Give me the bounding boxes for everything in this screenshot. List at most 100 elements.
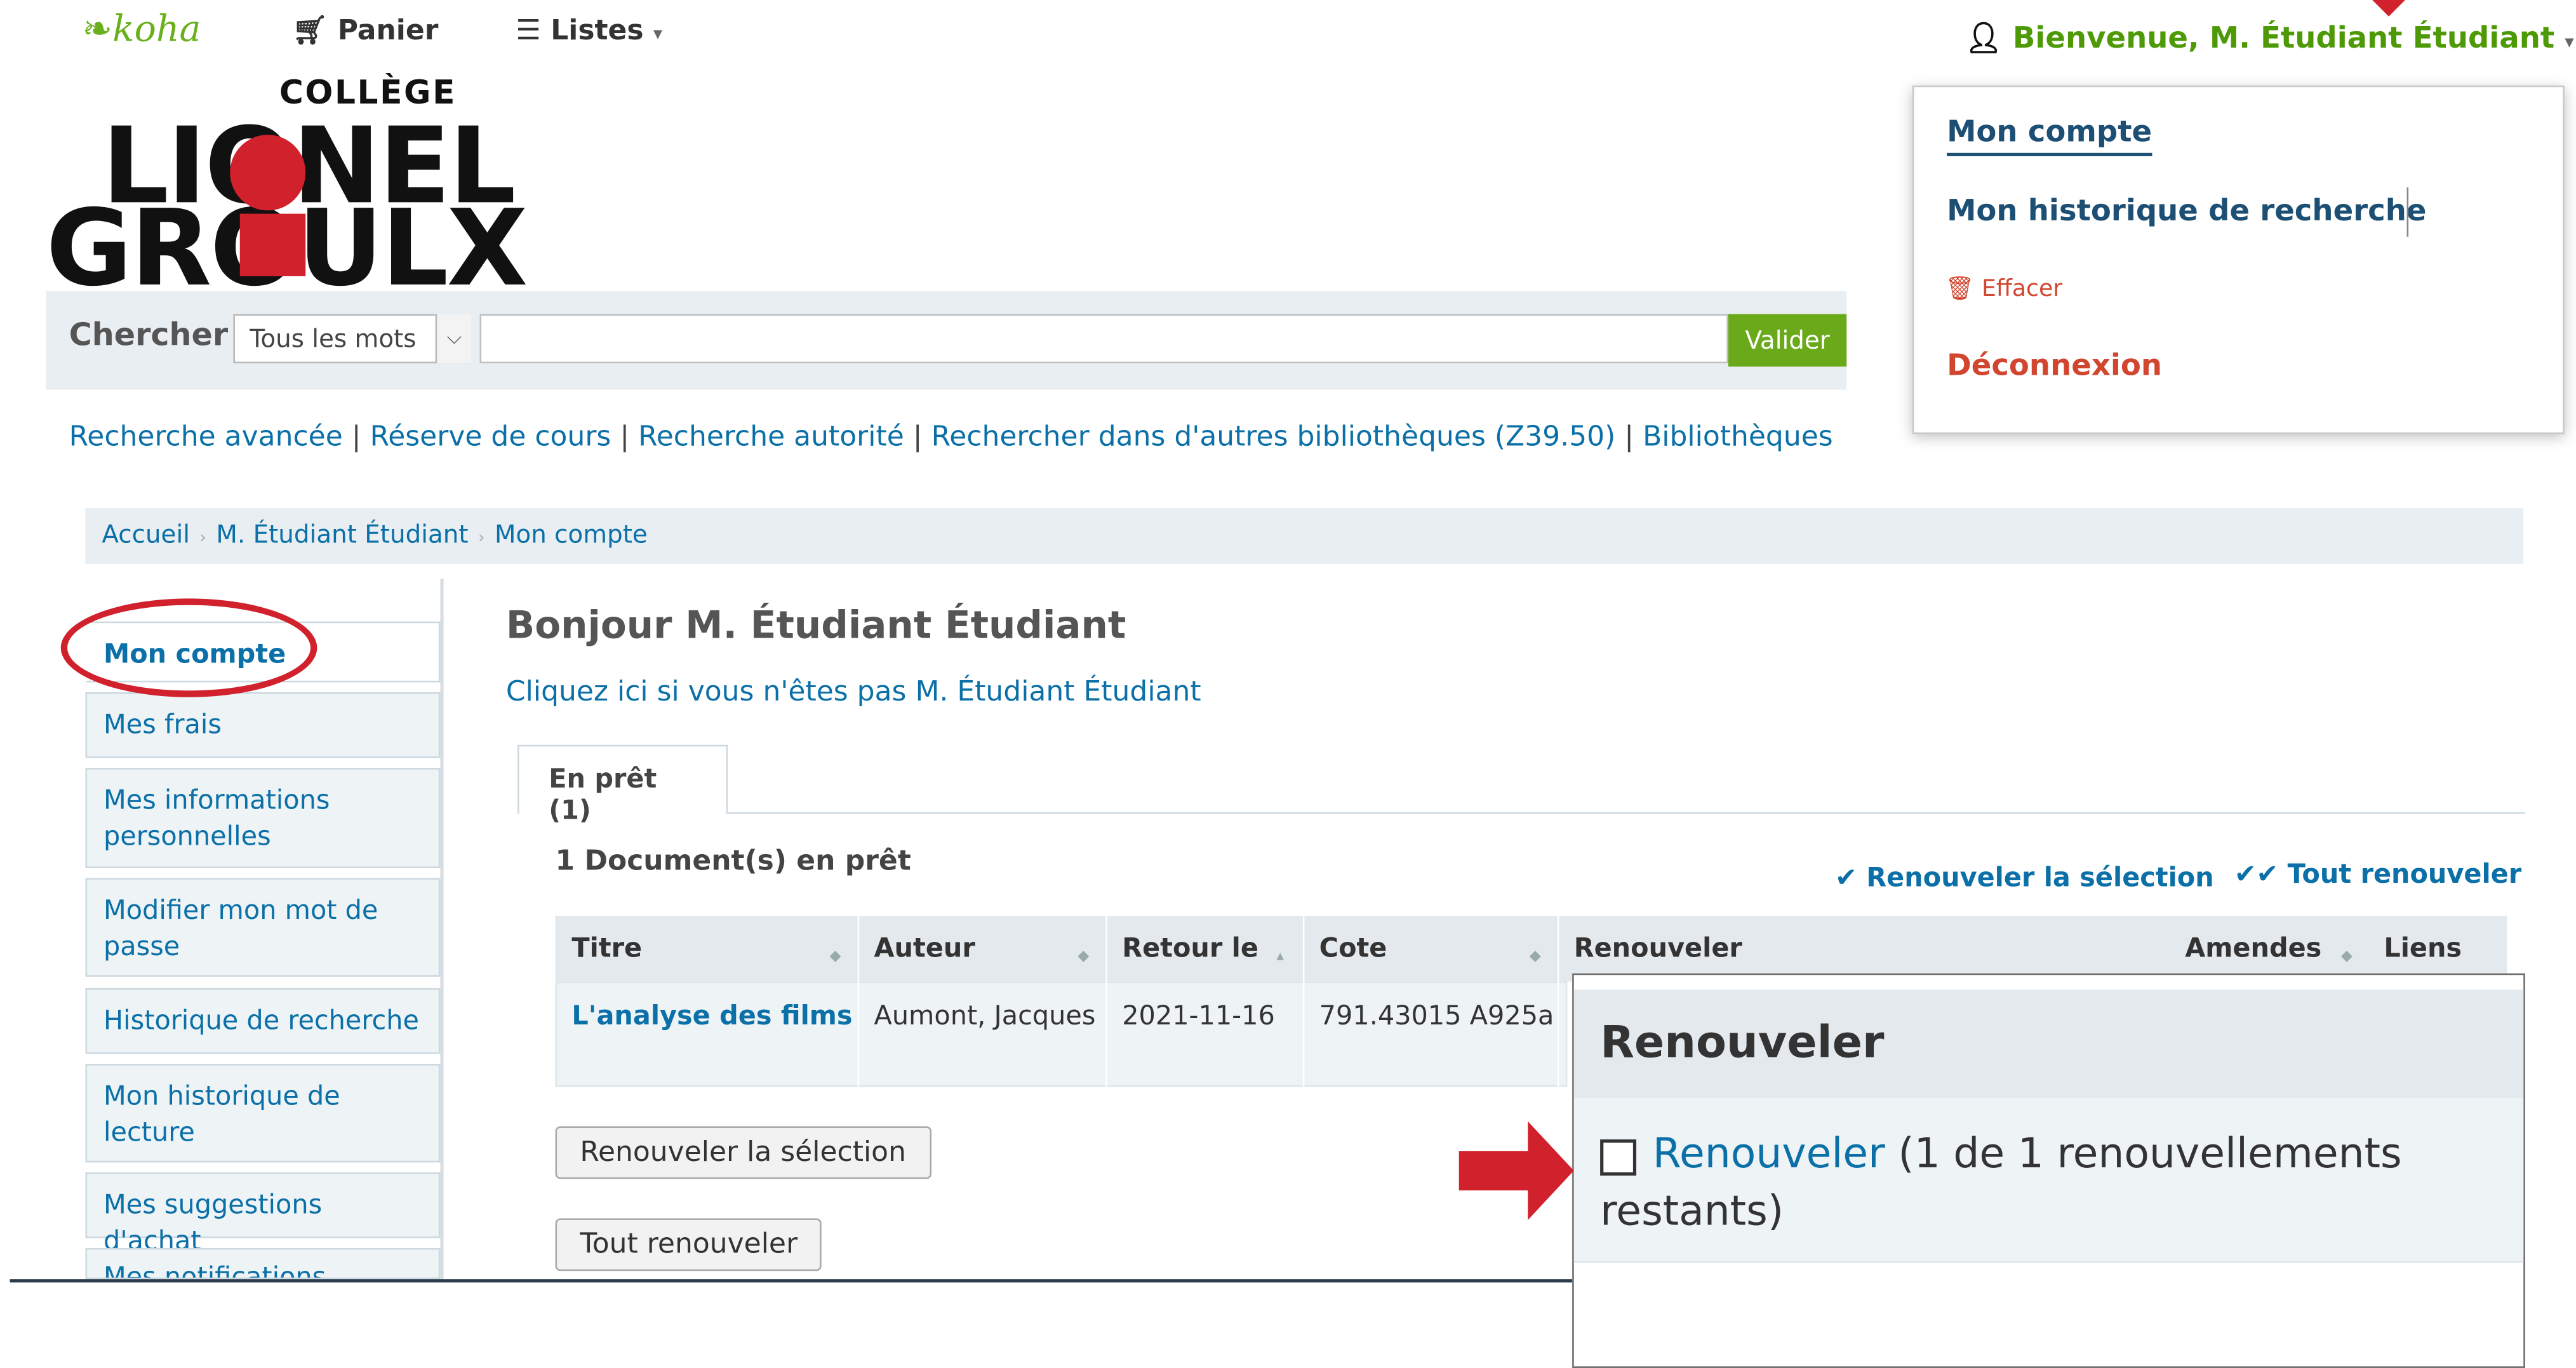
sort-icon[interactable]: ◆ [1530, 949, 1541, 965]
search-input[interactable] [479, 314, 1728, 364]
list-icon: ☰ [516, 15, 541, 48]
sidebar-item-reading-history[interactable]: Mon historique de lecture [85, 1064, 441, 1163]
search-submit-label: Valider [1745, 325, 1830, 356]
link-separator: | [1624, 420, 1643, 454]
dropdown-clear-label: Effacer [1982, 276, 2063, 303]
column-separator [1302, 916, 1305, 1087]
search-label: Chercher [69, 317, 229, 354]
breadcrumb-current[interactable]: Mon compte [495, 520, 648, 549]
libraries-link[interactable]: Bibliothèques [1643, 421, 1833, 454]
double-check-icon: ✔✔ [2234, 858, 2279, 890]
column-header-call-number[interactable]: Cote [1319, 932, 1387, 963]
sidebar-item-notifications[interactable]: Mes notifications [85, 1247, 441, 1280]
chevron-right-icon: › [478, 529, 485, 548]
sidebar-item-search-history[interactable]: Historique de recherche [85, 988, 441, 1054]
text-cursor [2406, 187, 2409, 237]
breadcrumb: Accueil › M. Étudiant Étudiant › Mon compte [102, 520, 647, 549]
sidebar-item-change-password[interactable]: Modifier mon mot de passe [85, 878, 441, 977]
college-logo-small-text: COLLÈGE [279, 72, 457, 112]
sidebar-item-label: Mes informations personnelles [103, 784, 330, 853]
dropdown-clear-history[interactable]: 🗑︎ Effacer [1945, 276, 2062, 302]
caret-down-icon: ▾ [653, 23, 663, 44]
item-call-number: 791.43015 A925a [1319, 1000, 1554, 1031]
leaf-icon: ❧ [82, 10, 113, 51]
sidebar-item-label: Modifier mon mot de passe [103, 894, 378, 963]
tab-checkouts[interactable]: En prêt (1) [517, 744, 728, 826]
koha-logo[interactable]: ❧koha [82, 10, 201, 51]
link-separator: | [351, 420, 370, 454]
course-reserves-link[interactable]: Réserve de cours [370, 421, 611, 454]
column-header-due-date[interactable]: Retour le [1122, 932, 1258, 963]
sidebar-divider [440, 579, 444, 1280]
tab-checkouts-label: En prêt (1) [549, 763, 657, 826]
annotation-arrow-icon [1458, 1121, 1574, 1220]
item-due-date: 2021-11-16 [1122, 1000, 1275, 1031]
authority-search-link[interactable]: Recherche autorité [638, 421, 904, 454]
renew-selected-button[interactable]: Renouveler la sélection [555, 1126, 931, 1179]
page-title: Bonjour M. Étudiant Étudiant [505, 605, 1126, 648]
search-type-value: Tous les mots [250, 324, 417, 354]
dropdown-logout[interactable]: Déconnexion [1947, 349, 2162, 383]
sort-icon[interactable]: ◆ [830, 949, 841, 965]
column-header-fines[interactable]: Amendes [2185, 932, 2321, 963]
cart-link[interactable]: 🛒︎ Panier [293, 15, 439, 48]
renew-selected-link-label: Renouveler la sélection [1866, 861, 2214, 893]
check-icon: ✔ [1835, 861, 1857, 893]
column-header-title[interactable]: Titre [571, 932, 642, 963]
user-menu-toggle[interactable]: 👤︎ Bienvenue, M. Étudiant Étudiant ▾ [1965, 22, 2574, 56]
trash-icon: 🗑︎ [1945, 276, 1975, 303]
column-header-author[interactable]: Auteur [874, 932, 975, 963]
link-separator: | [912, 420, 931, 454]
sidebar-item-label: Mon historique de lecture [103, 1080, 340, 1149]
renew-callout-title: Renouveler [1600, 1017, 1885, 1069]
logo-red-circle [230, 135, 306, 211]
renew-all-button[interactable]: Tout renouveler [555, 1218, 822, 1271]
sidebar-item-label: Historique de recherche [103, 1004, 419, 1036]
renew-selected-link[interactable]: ✔ Renouveler la sélection [1835, 862, 2214, 893]
user-menu-label: Bienvenue, M. Étudiant Étudiant [2012, 21, 2555, 57]
advanced-search-link[interactable]: Recherche avancée [69, 421, 343, 454]
sort-ascending-icon[interactable]: ▴ [1276, 949, 1284, 965]
screenshot-bottom-edge [10, 1279, 1775, 1283]
college-logo[interactable]: COLLÈGE LIONEL GROULX [46, 72, 528, 302]
breadcrumb-home[interactable]: Accueil [102, 520, 190, 549]
link-separator: | [620, 420, 639, 454]
lists-label: Listes [551, 15, 644, 48]
tab-divider [728, 812, 2525, 814]
search-sub-links: Recherche avancée | Réserve de cours | R… [69, 421, 1833, 454]
z3950-search-link[interactable]: Rechercher dans d'autres bibliothèques (… [931, 421, 1616, 454]
renew-all-link[interactable]: ✔✔ Tout renouveler [2234, 858, 2521, 889]
table-row [555, 981, 1568, 1087]
sidebar-item-suggestions[interactable]: Mes suggestions d'achat [85, 1172, 441, 1257]
renew-link[interactable]: Renouveler [1653, 1130, 1885, 1177]
cart-label: Panier [337, 15, 439, 48]
renew-all-button-label: Tout renouveler [580, 1228, 798, 1261]
breadcrumb-user[interactable]: M. Étudiant Étudiant [216, 520, 468, 549]
chevron-right-icon: › [199, 529, 206, 548]
column-separator [857, 916, 860, 1087]
chevron-down-icon[interactable]: ⌵ [435, 314, 472, 364]
column-separator [1557, 916, 1559, 1087]
item-author: Aumont, Jacques [874, 1000, 1096, 1031]
renew-callout-text: Renouveler (1 de 1 renouvellements resta… [1600, 1125, 2454, 1240]
search-submit-button[interactable]: Valider [1728, 314, 1847, 367]
dropdown-my-account[interactable]: Mon compte [1947, 115, 2152, 156]
sidebar-item-label: Mes suggestions d'achat [103, 1188, 323, 1257]
sort-icon[interactable]: ◆ [2341, 949, 2352, 965]
lists-menu[interactable]: ☰ Listes ▾ [516, 15, 662, 48]
annotation-arrow-down-icon [2372, 0, 2405, 17]
column-header-links: Liens [2384, 932, 2462, 964]
column-separator [1105, 916, 1107, 1087]
cart-icon: 🛒︎ [292, 15, 328, 48]
caret-down-icon: ▾ [2565, 31, 2574, 53]
sidebar-item-fines[interactable]: Mes frais [85, 692, 441, 758]
item-title-link[interactable]: L'analyse des films [571, 1000, 852, 1031]
renew-all-link-label: Tout renouveler [2287, 858, 2522, 890]
sidebar-item-label: Mes frais [103, 708, 222, 741]
logo-red-square [239, 213, 306, 276]
sidebar-item-personal-info[interactable]: Mes informations personnelles [85, 768, 441, 868]
sort-icon[interactable]: ◆ [1078, 949, 1089, 965]
not-you-link[interactable]: Cliquez ici si vous n'êtes pas M. Étudia… [506, 676, 1201, 709]
column-header-renew: Renouveler [1573, 932, 1742, 964]
dropdown-search-history[interactable]: Mon historique de recherche [1947, 194, 2426, 228]
